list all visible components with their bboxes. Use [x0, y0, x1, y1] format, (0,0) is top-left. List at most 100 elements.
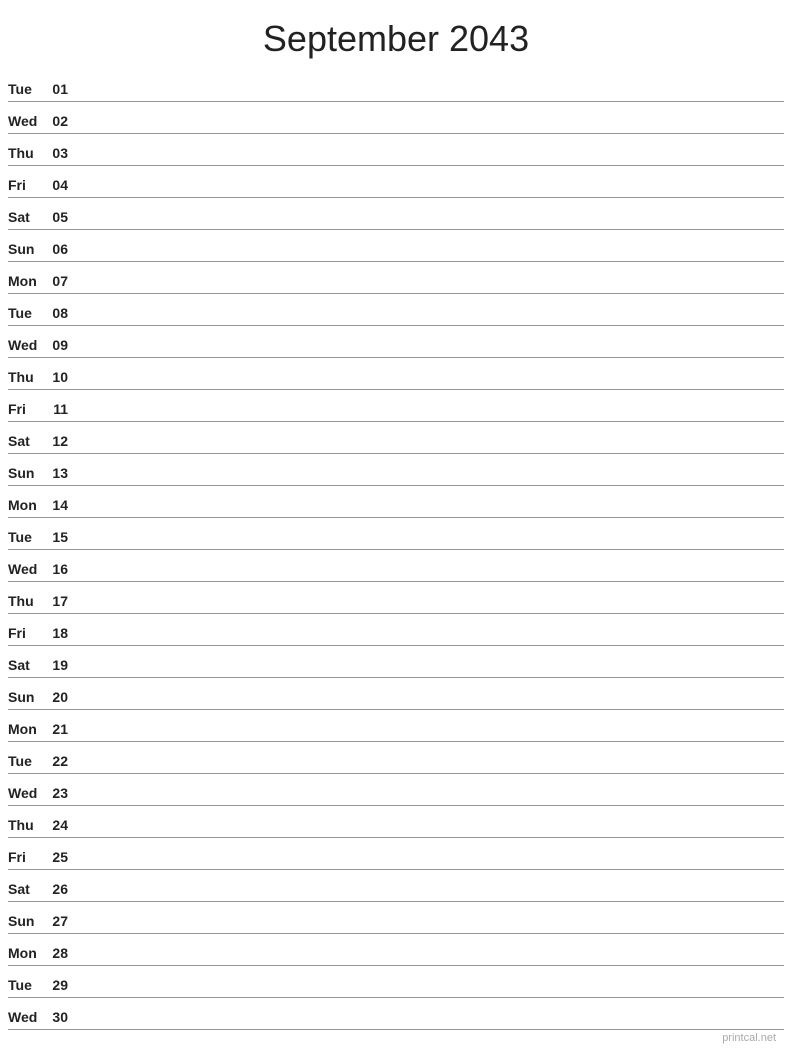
- day-row: Mon07: [8, 262, 784, 294]
- day-number: 20: [46, 689, 72, 707]
- day-row: Fri11: [8, 390, 784, 422]
- day-line: [72, 322, 784, 323]
- day-name: Sat: [8, 657, 46, 675]
- day-row: Thu24: [8, 806, 784, 838]
- day-number: 27: [46, 913, 72, 931]
- day-line: [72, 738, 784, 739]
- day-number: 05: [46, 209, 72, 227]
- day-row: Mon14: [8, 486, 784, 518]
- day-row: Sun27: [8, 902, 784, 934]
- day-number: 02: [46, 113, 72, 131]
- day-line: [72, 130, 784, 131]
- day-line: [72, 194, 784, 195]
- day-number: 23: [46, 785, 72, 803]
- day-number: 18: [46, 625, 72, 643]
- day-line: [72, 802, 784, 803]
- day-name: Tue: [8, 977, 46, 995]
- day-line: [72, 98, 784, 99]
- day-number: 06: [46, 241, 72, 259]
- day-number: 12: [46, 433, 72, 451]
- day-name: Wed: [8, 337, 46, 355]
- day-line: [72, 418, 784, 419]
- day-name: Fri: [8, 177, 46, 195]
- day-name: Wed: [8, 113, 46, 131]
- day-name: Sun: [8, 241, 46, 259]
- day-row: Fri25: [8, 838, 784, 870]
- day-line: [72, 482, 784, 483]
- day-name: Thu: [8, 593, 46, 611]
- day-row: Tue01: [8, 70, 784, 102]
- day-line: [72, 706, 784, 707]
- day-row: Thu03: [8, 134, 784, 166]
- day-name: Wed: [8, 1009, 46, 1027]
- day-row: Wed23: [8, 774, 784, 806]
- day-number: 14: [46, 497, 72, 515]
- day-row: Thu10: [8, 358, 784, 390]
- day-row: Sun06: [8, 230, 784, 262]
- day-line: [72, 770, 784, 771]
- day-name: Wed: [8, 785, 46, 803]
- day-line: [72, 450, 784, 451]
- day-number: 29: [46, 977, 72, 995]
- calendar-list: Tue01Wed02Thu03Fri04Sat05Sun06Mon07Tue08…: [0, 70, 792, 1030]
- day-name: Sun: [8, 465, 46, 483]
- day-row: Tue15: [8, 518, 784, 550]
- day-number: 22: [46, 753, 72, 771]
- footer-text: printcal.net: [722, 1032, 776, 1044]
- day-number: 08: [46, 305, 72, 323]
- day-line: [72, 514, 784, 515]
- day-number: 09: [46, 337, 72, 355]
- day-name: Mon: [8, 497, 46, 515]
- day-number: 07: [46, 273, 72, 291]
- day-line: [72, 962, 784, 963]
- day-row: Thu17: [8, 582, 784, 614]
- day-name: Sat: [8, 209, 46, 227]
- day-row: Sun13: [8, 454, 784, 486]
- day-line: [72, 546, 784, 547]
- day-row: Wed16: [8, 550, 784, 582]
- day-number: 15: [46, 529, 72, 547]
- day-number: 10: [46, 369, 72, 387]
- day-name: Mon: [8, 945, 46, 963]
- day-line: [72, 258, 784, 259]
- day-line: [72, 290, 784, 291]
- day-row: Fri04: [8, 166, 784, 198]
- day-number: 04: [46, 177, 72, 195]
- day-name: Wed: [8, 561, 46, 579]
- day-name: Tue: [8, 753, 46, 771]
- day-row: Tue22: [8, 742, 784, 774]
- day-name: Thu: [8, 817, 46, 835]
- day-row: Tue08: [8, 294, 784, 326]
- day-name: Fri: [8, 625, 46, 643]
- day-row: Sat19: [8, 646, 784, 678]
- day-name: Sat: [8, 433, 46, 451]
- day-line: [72, 226, 784, 227]
- day-name: Mon: [8, 273, 46, 291]
- day-row: Mon21: [8, 710, 784, 742]
- day-name: Tue: [8, 305, 46, 323]
- day-name: Mon: [8, 721, 46, 739]
- day-row: Wed02: [8, 102, 784, 134]
- day-line: [72, 642, 784, 643]
- day-row: Wed09: [8, 326, 784, 358]
- day-row: Sat26: [8, 870, 784, 902]
- day-line: [72, 1026, 784, 1027]
- day-line: [72, 930, 784, 931]
- day-number: 16: [46, 561, 72, 579]
- day-name: Sun: [8, 913, 46, 931]
- day-name: Sat: [8, 881, 46, 899]
- day-number: 30: [46, 1009, 72, 1027]
- day-line: [72, 354, 784, 355]
- day-name: Fri: [8, 849, 46, 867]
- day-line: [72, 994, 784, 995]
- day-line: [72, 866, 784, 867]
- day-name: Fri: [8, 401, 46, 419]
- day-row: Wed30: [8, 998, 784, 1030]
- day-name: Thu: [8, 369, 46, 387]
- day-number: 11: [46, 401, 72, 419]
- day-line: [72, 162, 784, 163]
- day-line: [72, 674, 784, 675]
- day-number: 25: [46, 849, 72, 867]
- page-title: September 2043: [0, 0, 792, 70]
- day-number: 28: [46, 945, 72, 963]
